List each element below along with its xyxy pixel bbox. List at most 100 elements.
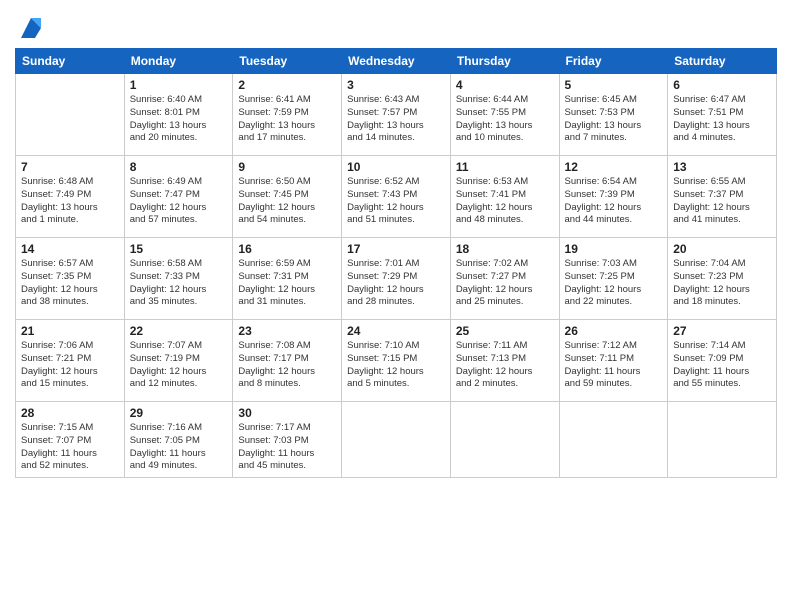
day-info: Sunrise: 6:50 AMSunset: 7:45 PMDaylight:…: [238, 176, 336, 227]
week-row-3: 14 Sunrise: 6:57 AMSunset: 7:35 PMDayligh…: [16, 238, 777, 320]
calendar-cell: 30 Sunrise: 7:17 AMSunset: 7:03 PMDayligh…: [233, 402, 342, 478]
calendar-cell: 9Sunrise: 6:50 AMSunset: 7:45 PMDaylight…: [233, 156, 342, 238]
day-info: Sunrise: 6:57 AMSunset: 7:35 PMDaylight:…: [21, 258, 119, 309]
day-number: 1: [130, 78, 228, 92]
calendar-cell: 18 Sunrise: 7:02 AMSunset: 7:27 PMDayligh…: [450, 238, 559, 320]
day-number: 30: [238, 406, 336, 420]
calendar-cell: [16, 74, 125, 156]
day-number: 8: [130, 160, 228, 174]
day-info: Sunrise: 7:17 AMSunset: 7:03 PMDaylight:…: [238, 422, 336, 473]
day-number: 25: [456, 324, 554, 338]
calendar-cell: 20Sunrise: 7:04 AMSunset: 7:23 PMDayligh…: [668, 238, 777, 320]
day-info: Sunrise: 7:01 AMSunset: 7:29 PMDaylight:…: [347, 258, 445, 309]
calendar-cell: 5 Sunrise: 6:45 AMSunset: 7:53 PMDaylight…: [559, 74, 668, 156]
day-info: Sunrise: 6:59 AMSunset: 7:31 PMDaylight:…: [238, 258, 336, 309]
day-info: Sunrise: 6:54 AMSunset: 7:39 PMDaylight:…: [565, 176, 663, 227]
day-info: Sunrise: 6:55 AMSunset: 7:37 PMDaylight:…: [673, 176, 771, 227]
week-row-2: 7 Sunrise: 6:48 AMSunset: 7:49 PMDaylight…: [16, 156, 777, 238]
day-info: Sunrise: 6:52 AMSunset: 7:43 PMDaylight:…: [347, 176, 445, 227]
day-number: 11: [456, 160, 554, 174]
day-number: 15: [130, 242, 228, 256]
day-info: Sunrise: 7:16 AMSunset: 7:05 PMDaylight:…: [130, 422, 228, 473]
day-info: Sunrise: 6:49 AMSunset: 7:47 PMDaylight:…: [130, 176, 228, 227]
day-number: 14: [21, 242, 119, 256]
day-number: 12: [565, 160, 663, 174]
calendar-cell: 1 Sunrise: 6:40 AMSunset: 8:01 PMDaylight…: [124, 74, 233, 156]
day-number: 28: [21, 406, 119, 420]
calendar-cell: [668, 402, 777, 478]
weekday-header-friday: Friday: [559, 49, 668, 74]
day-info: Sunrise: 6:48 AMSunset: 7:49 PMDaylight:…: [21, 176, 119, 227]
day-number: 7: [21, 160, 119, 174]
calendar-cell: 6Sunrise: 6:47 AMSunset: 7:51 PMDaylight…: [668, 74, 777, 156]
day-info: Sunrise: 7:11 AMSunset: 7:13 PMDaylight:…: [456, 340, 554, 391]
day-number: 3: [347, 78, 445, 92]
day-info: Sunrise: 7:10 AMSunset: 7:15 PMDaylight:…: [347, 340, 445, 391]
calendar-cell: 13 Sunrise: 6:55 AMSunset: 7:37 PMDayligh…: [668, 156, 777, 238]
day-number: 4: [456, 78, 554, 92]
logo: [15, 14, 45, 42]
week-row-1: 1 Sunrise: 6:40 AMSunset: 8:01 PMDaylight…: [16, 74, 777, 156]
day-number: 19: [565, 242, 663, 256]
calendar-cell: 26 Sunrise: 7:12 AMSunset: 7:11 PMDayligh…: [559, 320, 668, 402]
weekday-header-monday: Monday: [124, 49, 233, 74]
day-info: Sunrise: 7:12 AMSunset: 7:11 PMDaylight:…: [565, 340, 663, 391]
day-info: Sunrise: 7:03 AMSunset: 7:25 PMDaylight:…: [565, 258, 663, 309]
header: [15, 10, 777, 42]
day-number: 18: [456, 242, 554, 256]
calendar-cell: 3 Sunrise: 6:43 AMSunset: 7:57 PMDaylight…: [342, 74, 451, 156]
calendar-cell: 29 Sunrise: 7:16 AMSunset: 7:05 PMDayligh…: [124, 402, 233, 478]
calendar-cell: [450, 402, 559, 478]
weekday-header-tuesday: Tuesday: [233, 49, 342, 74]
calendar-cell: 12 Sunrise: 6:54 AMSunset: 7:39 PMDayligh…: [559, 156, 668, 238]
calendar-cell: 4 Sunrise: 6:44 AMSunset: 7:55 PMDaylight…: [450, 74, 559, 156]
day-info: Sunrise: 6:58 AMSunset: 7:33 PMDaylight:…: [130, 258, 228, 309]
weekday-header-thursday: Thursday: [450, 49, 559, 74]
calendar-cell: 22Sunrise: 7:07 AMSunset: 7:19 PMDayligh…: [124, 320, 233, 402]
day-info: Sunrise: 7:04 AMSunset: 7:23 PMDaylight:…: [673, 258, 771, 309]
day-info: Sunrise: 6:45 AMSunset: 7:53 PMDaylight:…: [565, 94, 663, 145]
weekday-header-wednesday: Wednesday: [342, 49, 451, 74]
day-number: 26: [565, 324, 663, 338]
day-number: 23: [238, 324, 336, 338]
calendar-cell: 10 Sunrise: 6:52 AMSunset: 7:43 PMDayligh…: [342, 156, 451, 238]
day-number: 6: [673, 78, 771, 92]
day-info: Sunrise: 7:07 AMSunset: 7:19 PMDaylight:…: [130, 340, 228, 391]
calendar-cell: 28 Sunrise: 7:15 AMSunset: 7:07 PMDayligh…: [16, 402, 125, 478]
week-row-4: 21Sunrise: 7:06 AMSunset: 7:21 PMDayligh…: [16, 320, 777, 402]
calendar-cell: 8 Sunrise: 6:49 AMSunset: 7:47 PMDaylight…: [124, 156, 233, 238]
day-info: Sunrise: 6:40 AMSunset: 8:01 PMDaylight:…: [130, 94, 228, 145]
day-number: 10: [347, 160, 445, 174]
day-number: 5: [565, 78, 663, 92]
weekday-header-row: SundayMondayTuesdayWednesdayThursdayFrid…: [16, 49, 777, 74]
calendar-table: SundayMondayTuesdayWednesdayThursdayFrid…: [15, 48, 777, 478]
day-number: 2: [238, 78, 336, 92]
day-info: Sunrise: 7:02 AMSunset: 7:27 PMDaylight:…: [456, 258, 554, 309]
day-info: Sunrise: 6:43 AMSunset: 7:57 PMDaylight:…: [347, 94, 445, 145]
day-info: Sunrise: 7:08 AMSunset: 7:17 PMDaylight:…: [238, 340, 336, 391]
calendar-cell: [559, 402, 668, 478]
day-number: 17: [347, 242, 445, 256]
calendar-cell: 27 Sunrise: 7:14 AMSunset: 7:09 PMDayligh…: [668, 320, 777, 402]
day-info: Sunrise: 6:44 AMSunset: 7:55 PMDaylight:…: [456, 94, 554, 145]
week-row-5: 28 Sunrise: 7:15 AMSunset: 7:07 PMDayligh…: [16, 402, 777, 478]
calendar-cell: 23 Sunrise: 7:08 AMSunset: 7:17 PMDayligh…: [233, 320, 342, 402]
calendar-cell: 15 Sunrise: 6:58 AMSunset: 7:33 PMDayligh…: [124, 238, 233, 320]
calendar-cell: 2Sunrise: 6:41 AMSunset: 7:59 PMDaylight…: [233, 74, 342, 156]
day-info: Sunrise: 7:06 AMSunset: 7:21 PMDaylight:…: [21, 340, 119, 391]
calendar-cell: 14 Sunrise: 6:57 AMSunset: 7:35 PMDayligh…: [16, 238, 125, 320]
calendar-cell: 11Sunrise: 6:53 AMSunset: 7:41 PMDayligh…: [450, 156, 559, 238]
day-number: 27: [673, 324, 771, 338]
weekday-header-saturday: Saturday: [668, 49, 777, 74]
day-info: Sunrise: 7:15 AMSunset: 7:07 PMDaylight:…: [21, 422, 119, 473]
calendar-cell: [342, 402, 451, 478]
calendar-cell: 25 Sunrise: 7:11 AMSunset: 7:13 PMDayligh…: [450, 320, 559, 402]
calendar-cell: 16 Sunrise: 6:59 AMSunset: 7:31 PMDayligh…: [233, 238, 342, 320]
calendar-page: SundayMondayTuesdayWednesdayThursdayFrid…: [0, 0, 792, 612]
calendar-cell: 7 Sunrise: 6:48 AMSunset: 7:49 PMDaylight…: [16, 156, 125, 238]
calendar-cell: 19 Sunrise: 7:03 AMSunset: 7:25 PMDayligh…: [559, 238, 668, 320]
day-number: 29: [130, 406, 228, 420]
day-number: 13: [673, 160, 771, 174]
day-info: Sunrise: 7:14 AMSunset: 7:09 PMDaylight:…: [673, 340, 771, 391]
day-number: 16: [238, 242, 336, 256]
